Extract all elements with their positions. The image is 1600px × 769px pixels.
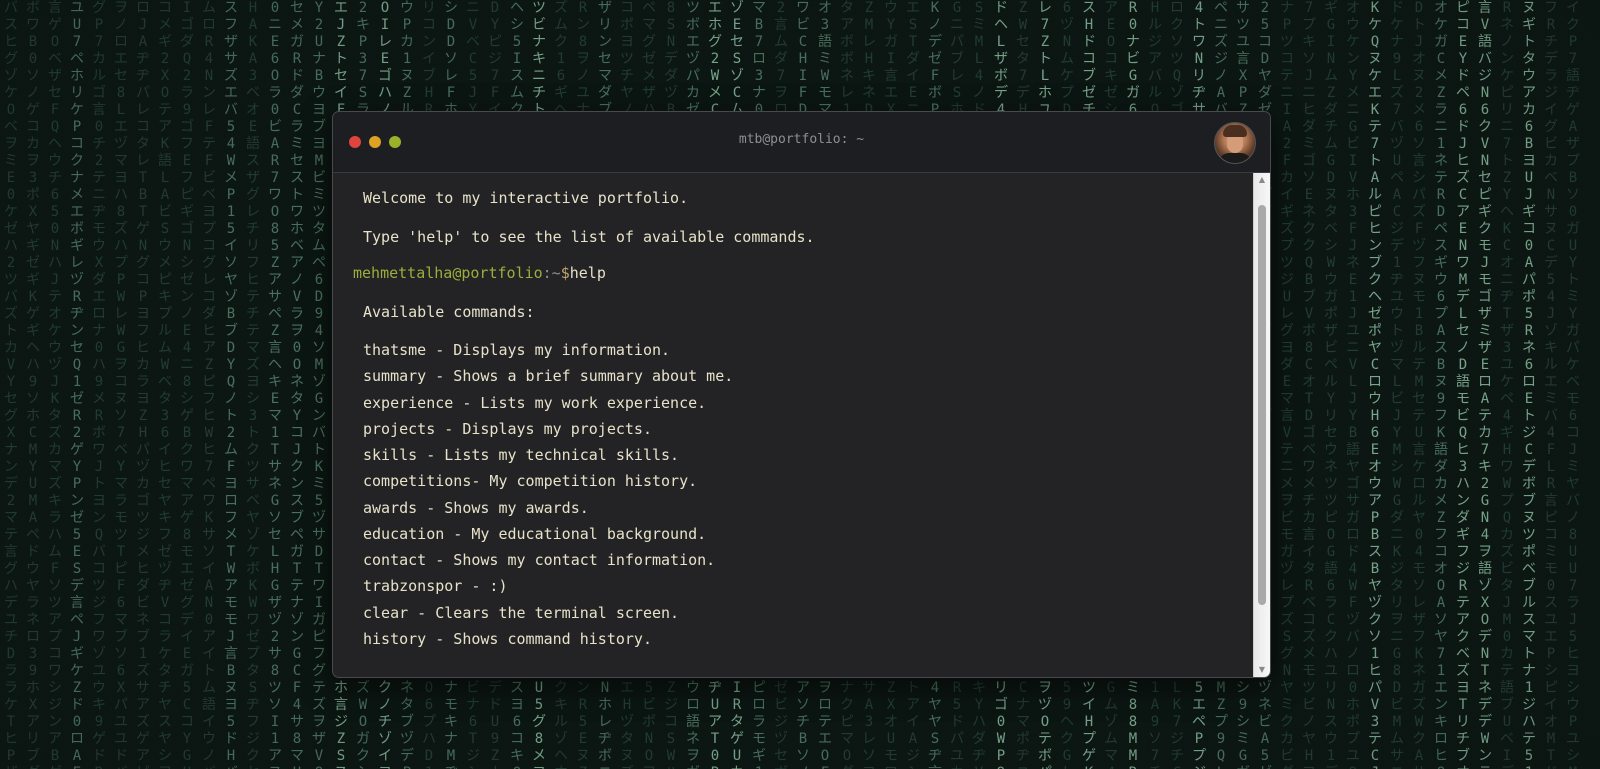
user-avatar-icon bbox=[1214, 122, 1256, 164]
command-list-item: contact - Shows my contact information. bbox=[363, 551, 716, 569]
terminal-window[interactable]: mtb@portfolio: ~ Welcome to my interacti… bbox=[332, 111, 1271, 678]
command-list-item: awards - Shows my awards. bbox=[363, 499, 589, 517]
command-prompt: mehmettalha@portfolio:~$help bbox=[353, 264, 606, 282]
command-list-item: education - My educational background. bbox=[363, 525, 707, 543]
prompt-dollar: $ bbox=[560, 264, 570, 282]
command-list-item: summary - Shows a brief summary about me… bbox=[363, 367, 734, 385]
command-list-item: competitions- My competition history. bbox=[363, 472, 698, 490]
window-title: mtb@portfolio: ~ bbox=[738, 132, 865, 147]
command-list-item: trabzonspor - :) bbox=[363, 577, 508, 595]
scroll-up-arrow-icon[interactable]: ▲ bbox=[1254, 173, 1270, 187]
scroll-down-arrow-icon[interactable]: ▼ bbox=[1254, 663, 1270, 677]
command-list-item: projects - Displays my projects. bbox=[363, 420, 652, 438]
prompt-command: help bbox=[569, 264, 606, 282]
terminal-output[interactable]: Welcome to my interactive portfolio. Typ… bbox=[333, 173, 1252, 677]
command-list-item: experience - Lists my work experience. bbox=[363, 394, 707, 412]
scroll-thumb[interactable] bbox=[1258, 205, 1266, 605]
title-bar: mtb@portfolio: ~ bbox=[333, 112, 1270, 173]
prompt-user-host: mehmettalha@portfolio bbox=[353, 264, 543, 282]
prompt-path: :~ bbox=[542, 264, 561, 282]
vertical-scrollbar[interactable]: ▲ ▼ bbox=[1253, 173, 1270, 677]
command-list-item: thatsme - Displays my information. bbox=[363, 341, 671, 359]
command-list-item: history - Shows command history. bbox=[363, 630, 652, 648]
command-list-item: clear - Clears the terminal screen. bbox=[363, 604, 680, 622]
intro-line-welcome: Welcome to my interactive portfolio. bbox=[363, 189, 689, 207]
output-heading: Available commands: bbox=[363, 303, 535, 321]
intro-line-help-hint: Type 'help' to see the list of available… bbox=[363, 228, 815, 246]
command-list-item: skills - Lists my technical skills. bbox=[363, 446, 680, 464]
